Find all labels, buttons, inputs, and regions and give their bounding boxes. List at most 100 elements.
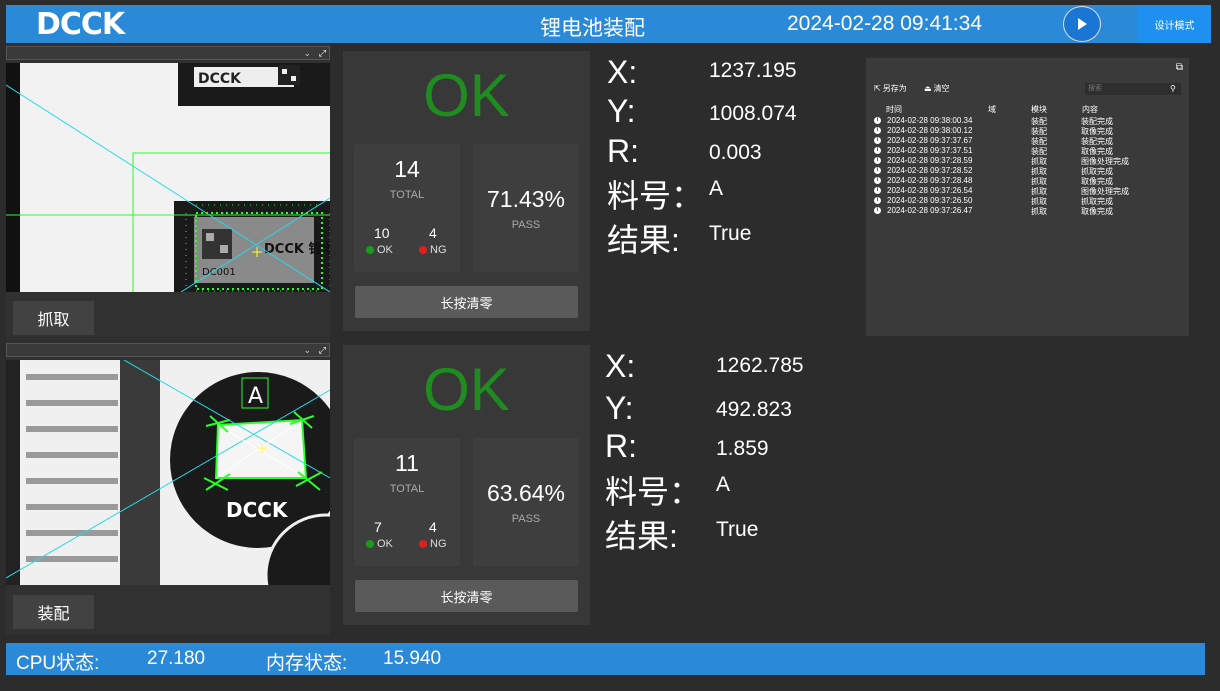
r-label: R: [605, 428, 637, 464]
result-label: 结果: [605, 518, 678, 554]
pass-label: PASS [511, 513, 541, 525]
stats-panel-pick: OK 14 TOTAL 10 4 OK NG 71.43% PASS 长按清零 [343, 51, 590, 331]
pass-card: 71.43% PASS [473, 144, 579, 272]
y-value: 492.823 [716, 398, 792, 421]
clear-button[interactable]: ⏏ 清空 [924, 83, 950, 94]
log-time: 2024-02-28 09:37:26.54 [887, 186, 973, 195]
result-value: True [709, 222, 752, 245]
app-title: 锂电池装配 [540, 17, 645, 40]
cpu-value: 27.180 [147, 648, 206, 669]
brand-logo: DCCK [36, 7, 125, 42]
pick-button[interactable]: 抓取 [13, 301, 94, 335]
total-label: TOTAL [389, 483, 425, 495]
result-value: True [716, 518, 759, 541]
reset-counter-button[interactable]: 长按清零 [355, 580, 578, 612]
part-value: A [709, 177, 724, 200]
camera-view-pick[interactable]: DCCK DC001 DCCK 锂电 [6, 63, 330, 292]
total-count: 14 [394, 156, 420, 182]
log-row[interactable]: i 2024-02-28 09:38:00.34 装配 装配完成 [874, 116, 1184, 126]
ng-label: NG [430, 538, 447, 550]
play-icon [1078, 18, 1087, 30]
expand-icon[interactable]: ⤢ [319, 48, 326, 59]
y-label: Y: [607, 93, 636, 129]
log-row[interactable]: i 2024-02-28 09:37:37.51 装配 取像完成 [874, 146, 1184, 156]
part-label: 料号： [607, 178, 704, 214]
log-row[interactable]: i 2024-02-28 09:37:28.59 抓取 图像处理完成 [874, 156, 1184, 166]
ng-dot [419, 540, 427, 548]
log-row[interactable]: i 2024-02-28 09:37:26.50 抓取 抓取完成 [874, 196, 1184, 206]
chevron-down-icon[interactable]: ⌄ [303, 345, 311, 356]
logo-mark: DCCK [226, 498, 289, 522]
result-label: 结果: [607, 222, 680, 258]
search-icon[interactable]: ⚲ [1170, 84, 1176, 93]
camera-view-assemble[interactable]: A DCCK [6, 360, 330, 585]
total-card: 14 TOTAL 10 4 OK NG [354, 144, 460, 272]
log-row[interactable]: i 2024-02-28 09:37:28.52 抓取 抓取完成 [874, 166, 1184, 176]
log-col-content: 内容 [1082, 105, 1098, 114]
log-content: 取像完成 [1081, 207, 1113, 216]
log-row[interactable]: i 2024-02-28 09:37:28.48 抓取 取像完成 [874, 176, 1184, 186]
x-value: 1262.785 [716, 354, 804, 377]
pass-card: 63.64% PASS [473, 438, 579, 566]
log-search-input[interactable]: 搜索 [1085, 83, 1181, 95]
pass-rate: 63.64% [486, 480, 565, 506]
clock: 2024-02-28 09:41:34 [787, 12, 982, 35]
design-mode-button[interactable]: 设计模式 [1138, 5, 1211, 43]
status-bar: CPU状态: 27.180 内存状态: 15.940 [6, 643, 1205, 675]
ng-dot [419, 246, 427, 254]
log-time: 2024-02-28 09:37:37.67 [887, 136, 973, 145]
log-panel: ⧉ ⇱ 另存为 ⏏ 清空 搜索 ⚲ 时间 域 模块 内容 i 2024-02-28 0… [866, 58, 1189, 336]
log-time: 2024-02-28 09:38:00.12 [887, 126, 973, 135]
label-text: DCCK 锂电 [264, 241, 330, 257]
log-row[interactable]: i 2024-02-28 09:37:37.67 装配 装配完成 [874, 136, 1184, 146]
memory-label: 内存状态: [266, 653, 348, 674]
x-value: 1237.195 [709, 59, 797, 82]
r-label: R: [607, 133, 639, 169]
x-label: X: [605, 348, 636, 384]
camera-selector-assemble[interactable]: ⌄ ⤢ [6, 343, 330, 357]
chevron-down-icon[interactable]: ⌄ [303, 48, 311, 59]
ok-dot [366, 540, 374, 548]
pass-rate: 71.43% [486, 186, 565, 212]
stats-panel-assemble: OK 11 TOTAL 7 4 OK NG 63.64% PASS 长按清零 [343, 345, 590, 625]
log-col-module: 模块 [1031, 105, 1047, 114]
ng-label: NG [430, 244, 447, 256]
part-label: 料号： [605, 474, 702, 510]
save-as-button[interactable]: ⇱ 另存为 [874, 83, 907, 94]
r-value: 1.859 [716, 437, 769, 460]
y-value: 1008.074 [709, 102, 797, 125]
log-time: 2024-02-28 09:37:26.47 [887, 206, 973, 215]
assemble-button[interactable]: 装配 [13, 595, 94, 629]
status-indicator: OK [423, 62, 510, 129]
log-time: 2024-02-28 09:37:28.48 [887, 176, 973, 185]
ng-count: 4 [429, 225, 437, 241]
log-module: 抓取 [1031, 207, 1047, 216]
status-indicator: OK [423, 356, 510, 423]
log-row[interactable]: i 2024-02-28 09:37:26.47 抓取 取像完成 [874, 206, 1184, 216]
pass-label: PASS [511, 219, 541, 231]
camera-selector-pick[interactable]: ⌄ ⤢ [6, 46, 330, 60]
r-value: 0.003 [709, 141, 762, 164]
reset-counter-button[interactable]: 长按清零 [355, 286, 578, 318]
save-icon: ⇱ [874, 84, 881, 93]
total-label: TOTAL [389, 189, 425, 201]
ok-count: 10 [374, 225, 390, 241]
external-link-icon[interactable]: ⧉ [1176, 62, 1183, 73]
ng-count: 4 [429, 519, 437, 535]
log-time: 2024-02-28 09:37:26.50 [887, 196, 973, 205]
memory-value: 15.940 [383, 648, 442, 669]
ok-count: 7 [374, 519, 382, 535]
camera-image-pick: DCCK DC001 DCCK 锂电 [6, 63, 330, 292]
log-row[interactable]: i 2024-02-28 09:38:00.12 装配 取像完成 [874, 126, 1184, 136]
log-time: 2024-02-28 09:38:00.34 [887, 116, 973, 125]
expand-icon[interactable]: ⤢ [319, 345, 326, 356]
log-time: 2024-02-28 09:37:28.59 [887, 156, 973, 165]
clear-icon: ⏏ [924, 84, 932, 93]
top-bar: DCCK 锂电池装配 2024-02-28 09:41:34 设计模式 [6, 5, 1211, 43]
log-row[interactable]: i 2024-02-28 09:37:26.54 抓取 图像处理完成 [874, 186, 1184, 196]
run-button[interactable] [1063, 6, 1101, 42]
x-label: X: [607, 54, 638, 90]
part-value: A [716, 473, 731, 496]
log-col-time: 时间 [886, 105, 902, 114]
cpu-label: CPU状态: [16, 653, 100, 674]
